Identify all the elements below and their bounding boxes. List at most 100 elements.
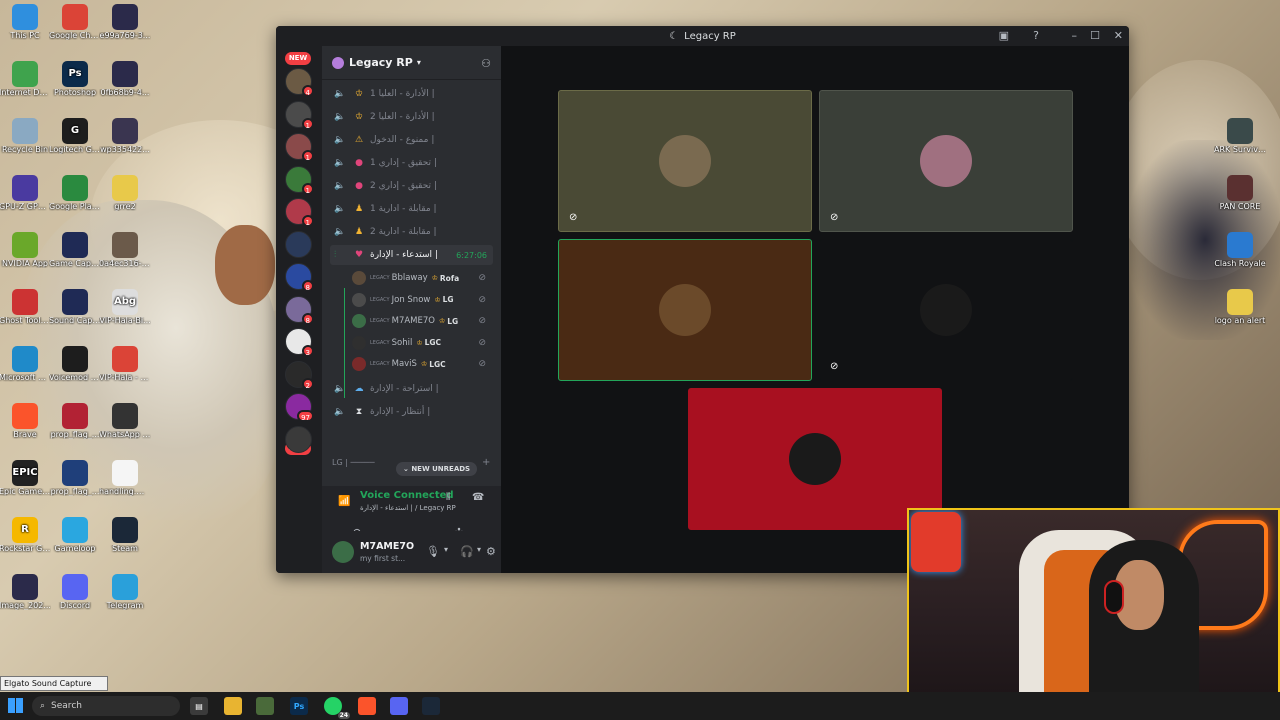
- desktop-icon[interactable]: Abg VIP-Hala-Bi...: [99, 289, 151, 325]
- server-icon[interactable]: [285, 425, 312, 453]
- voice-channel[interactable]: 🔈 ● تحقيق - إداري 1 |: [330, 153, 493, 173]
- desktop-icon[interactable]: 0fb68b9-4...: [100, 61, 150, 97]
- voice-channel[interactable]: 🔈 ♔ الأدارة - العليا 2 |: [330, 107, 493, 127]
- desktop-icon[interactable]: e99a769-3...: [100, 4, 150, 40]
- desktop-icon[interactable]: Voicemod V3: [49, 346, 101, 382]
- desktop-icon[interactable]: Internet Downlo...: [0, 61, 51, 97]
- desktop-icon[interactable]: Image_202...: [0, 574, 51, 610]
- username[interactable]: M7AME7O: [360, 541, 414, 552]
- desktop-icon[interactable]: PAN CORE: [1215, 175, 1265, 211]
- gear-icon[interactable]: ⚙: [486, 545, 496, 558]
- voice-channel[interactable]: 🔈 ♔ الأدارة - العليا 1 |: [330, 84, 493, 104]
- server-icon[interactable]: 8: [285, 263, 314, 292]
- voice-user[interactable]: LEGACY M7AME7O ♔ LG ⊘: [352, 311, 492, 331]
- video-tile[interactable]: [558, 239, 812, 381]
- desktop-icon[interactable]: Google Chrome: [49, 4, 101, 40]
- photoshop-icon[interactable]: Ps: [290, 697, 308, 715]
- desktop-icon[interactable]: Gameloop: [50, 517, 100, 553]
- server-icon[interactable]: 8: [285, 295, 314, 325]
- desktop-icon[interactable]: Game Capture HD: [49, 232, 101, 268]
- avatar[interactable]: [332, 541, 354, 563]
- desktop-icon[interactable]: grre2: [100, 175, 150, 211]
- voice-channel[interactable]: 🔈 ☁ استراحة - الإدارة |: [330, 379, 493, 399]
- desktop-icon[interactable]: Clash Royale: [1214, 232, 1266, 268]
- voice-user[interactable]: LEGACY Bblaway ♔ Rofa ⊘: [352, 268, 492, 288]
- server-icon[interactable]: 1: [285, 165, 314, 195]
- app-icon[interactable]: [256, 697, 274, 715]
- microphone-icon[interactable]: 🎙: [426, 545, 440, 558]
- video-tile[interactable]: [688, 388, 942, 530]
- desktop-icon[interactable]: Brave: [0, 403, 50, 439]
- file-explorer-icon[interactable]: [224, 697, 242, 715]
- voice-user[interactable]: LEGACY Sohil ♔ LGC ⊘: [352, 333, 492, 353]
- disconnect-icon[interactable]: ☎: [472, 492, 484, 503]
- invite-people-icon[interactable]: ⚇: [481, 57, 491, 70]
- noise-suppression-icon[interactable]: ⫴: [446, 492, 450, 503]
- desktop-icon[interactable]: Recycle Bin: [0, 118, 50, 154]
- server-icon[interactable]: 3: [285, 328, 314, 357]
- new-unreads-pill[interactable]: ⌄ NEW UNREADS: [396, 462, 478, 476]
- discord-icon[interactable]: [390, 697, 408, 715]
- voice-user[interactable]: LEGACY Jon Snow ♔ LG ⊘: [352, 290, 492, 310]
- voice-channel[interactable]: 🔈 ● تحقيق - إداري 2 |: [330, 176, 493, 196]
- steam-icon[interactable]: [422, 697, 440, 715]
- server-icon[interactable]: 4: [285, 68, 314, 97]
- desktop-icon[interactable]: Google Play Games: [49, 175, 101, 211]
- video-tile[interactable]: ⊘: [558, 90, 812, 232]
- task-view-icon[interactable]: ▤: [190, 697, 208, 715]
- close-button[interactable]: ✕: [1114, 29, 1123, 42]
- desktop-icon[interactable]: GPU-Z GPU-Z: [0, 175, 51, 211]
- desktop-icon[interactable]: Ghost Toolbox: [0, 289, 51, 325]
- add-channel-icon[interactable]: +: [482, 457, 490, 468]
- server-icon[interactable]: 1: [285, 100, 314, 130]
- voice-channel[interactable]: 🔈 ⚠ ممنوع - الدخول |: [330, 130, 493, 150]
- video-tile[interactable]: ⊘: [819, 239, 1073, 381]
- desktop-icon[interactable]: prop_flag_...: [50, 403, 100, 439]
- desktop-icon[interactable]: Ps Photoshop: [50, 61, 100, 97]
- server-icon[interactable]: 1: [285, 198, 314, 227]
- desktop-icon[interactable]: VIP-Hala - Chrome: [99, 346, 151, 382]
- desktop-icon[interactable]: 0a4ec316-3...: [99, 232, 151, 268]
- desktop-icon[interactable]: wp335422...: [100, 118, 150, 154]
- desktop-icon[interactable]: EPIC Epic Games Launcher: [0, 460, 51, 496]
- desktop-icon[interactable]: Telegram: [100, 574, 150, 610]
- desktop-icon[interactable]: G Logitech G HUB: [49, 118, 101, 154]
- search-input[interactable]: ⌕ Search: [32, 696, 180, 716]
- desktop-icon[interactable]: This PC: [0, 4, 50, 40]
- desktop-icon[interactable]: logo an alert: [1215, 289, 1265, 325]
- desktop-icon[interactable]: Microsoft Edge: [0, 346, 51, 382]
- whatsapp-icon[interactable]: 24: [324, 697, 350, 719]
- brave-icon[interactable]: [358, 697, 376, 715]
- user-status[interactable]: my first st...: [360, 554, 405, 563]
- voice-channel-path[interactable]: استدعاء - الإدارة | / Legacy RP: [360, 504, 456, 512]
- title-bar[interactable]: ☾ Legacy RP ▣ ? – ☐ ✕: [276, 26, 1129, 46]
- desktop-icon[interactable]: Steam: [100, 517, 150, 553]
- desktop-icon[interactable]: ARK Survival Evolved: [1214, 118, 1266, 154]
- desktop-icon[interactable]: R Rockstar Games ...: [0, 517, 51, 553]
- voice-channel[interactable]: 🔈 ♟ مقابلة - ادارية 1 |: [330, 199, 493, 219]
- voice-channel[interactable]: 🔈 ♟ مقابلة - ادارية 2 |: [330, 222, 493, 242]
- headphones-icon[interactable]: 🎧: [460, 545, 474, 558]
- chevron-down-icon[interactable]: ▾: [477, 545, 481, 554]
- voice-user[interactable]: LEGACY MaviS ♔ LGC ⊘: [352, 354, 492, 374]
- server-icon[interactable]: [285, 230, 312, 258]
- server-icon[interactable]: 97: [285, 393, 314, 422]
- voice-channel[interactable]: ⫶ ♥ استدعاء - الإدارة | 6:27:06: [330, 245, 493, 265]
- help-icon[interactable]: ?: [1033, 29, 1039, 42]
- video-tile[interactable]: ⊘: [819, 90, 1073, 232]
- server-icon[interactable]: 1: [285, 133, 314, 162]
- voice-channel[interactable]: 🔈 ⧗ أنتظار - الإدارة |: [330, 402, 493, 422]
- server-icon[interactable]: 2: [285, 360, 314, 390]
- maximize-button[interactable]: ☐: [1090, 29, 1100, 42]
- discord-window[interactable]: ☾ Legacy RP ▣ ? – ☐ ✕ NEW NEW 4111188329…: [276, 26, 1129, 573]
- chevron-down-icon[interactable]: ▾: [444, 545, 448, 554]
- inbox-icon[interactable]: ▣: [999, 29, 1009, 42]
- desktop-icon[interactable]: WhatsApp Image 2026...: [99, 403, 151, 439]
- desktop-icon[interactable]: Sound Capture: [49, 289, 101, 325]
- voice-status[interactable]: Voice Connected: [360, 490, 454, 501]
- guild-header[interactable]: Legacy RP ▾ ⚇: [322, 46, 501, 80]
- desktop-icon[interactable]: NVIDIA App: [0, 232, 50, 268]
- windows-start-icon[interactable]: [8, 698, 23, 713]
- desktop-icon[interactable]: Discord: [50, 574, 100, 610]
- desktop-icon[interactable]: handling.m...: [99, 460, 151, 496]
